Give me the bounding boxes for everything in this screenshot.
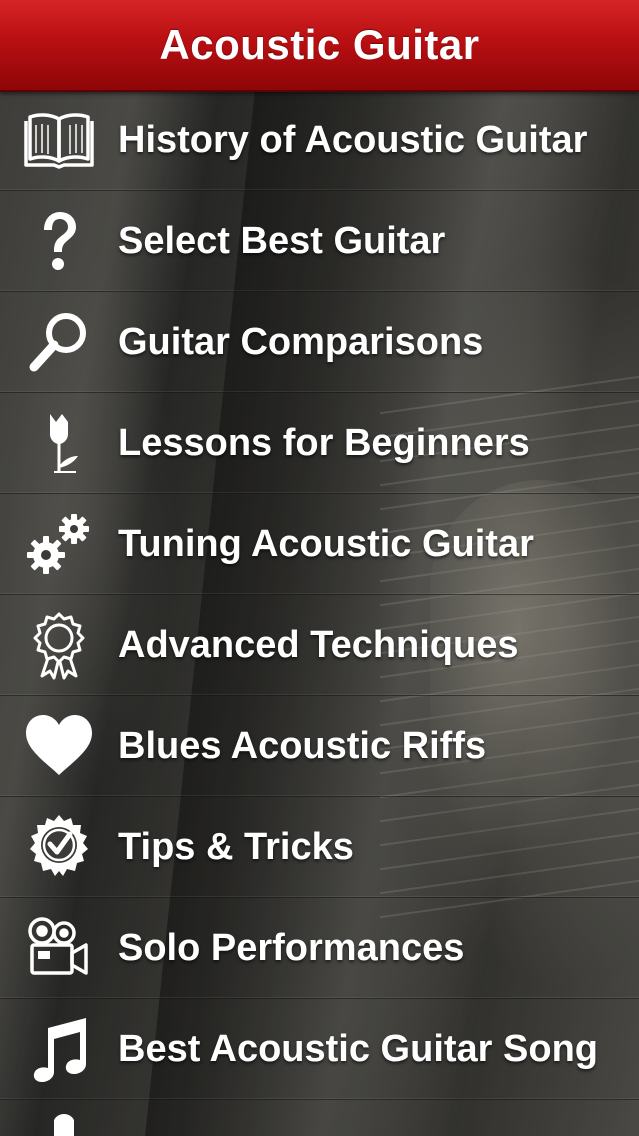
menu-item-partial[interactable] (0, 1100, 639, 1136)
tulip-icon (24, 408, 94, 478)
music-note-icon (24, 1014, 94, 1084)
book-icon (24, 105, 94, 175)
menu-item-label: Lessons for Beginners (118, 421, 530, 464)
menu-item-history[interactable]: History of Acoustic Guitar (0, 90, 639, 191)
menu-item-select-best-guitar[interactable]: Select Best Guitar (0, 191, 639, 292)
menu-item-label: History of Acoustic Guitar (118, 118, 588, 161)
gears-icon (24, 509, 94, 579)
menu-item-label: Best Acoustic Guitar Song (118, 1027, 598, 1070)
question-mark-icon (24, 206, 94, 276)
menu-item-label: Select Best Guitar (118, 219, 446, 262)
header-bar: Acoustic Guitar (0, 0, 639, 92)
menu-item-guitar-comparisons[interactable]: Guitar Comparisons (0, 292, 639, 393)
menu-item-best-acoustic-guitar-song[interactable]: Best Acoustic Guitar Song (0, 999, 639, 1100)
heart-icon (24, 711, 94, 781)
menu-item-label: Guitar Comparisons (118, 320, 484, 363)
menu-item-blues-acoustic-riffs[interactable]: Blues Acoustic Riffs (0, 696, 639, 797)
menu-item-tips-and-tricks[interactable]: Tips & Tricks (0, 797, 639, 898)
menu-item-solo-performances[interactable]: Solo Performances (0, 898, 639, 999)
partial-icon (24, 1110, 94, 1136)
menu-item-tuning-acoustic-guitar[interactable]: Tuning Acoustic Guitar (0, 494, 639, 595)
page-title: Acoustic Guitar (159, 21, 480, 68)
check-badge-icon (24, 812, 94, 882)
menu-item-advanced-techniques[interactable]: Advanced Techniques (0, 595, 639, 696)
menu-item-label: Tips & Tricks (118, 825, 354, 868)
app-screen: Acoustic Guitar History of Acoustic Guit… (0, 0, 639, 1136)
menu-list: History of Acoustic Guitar Select Best G… (0, 90, 639, 1136)
menu-item-label: Advanced Techniques (118, 623, 519, 666)
magnifier-icon (24, 307, 94, 377)
menu-item-lessons-for-beginners[interactable]: Lessons for Beginners (0, 393, 639, 494)
award-ribbon-icon (24, 610, 94, 680)
movie-camera-icon (24, 913, 94, 983)
menu-item-label: Tuning Acoustic Guitar (118, 522, 534, 565)
menu-item-label: Solo Performances (118, 926, 465, 969)
menu-item-label: Blues Acoustic Riffs (118, 724, 487, 767)
